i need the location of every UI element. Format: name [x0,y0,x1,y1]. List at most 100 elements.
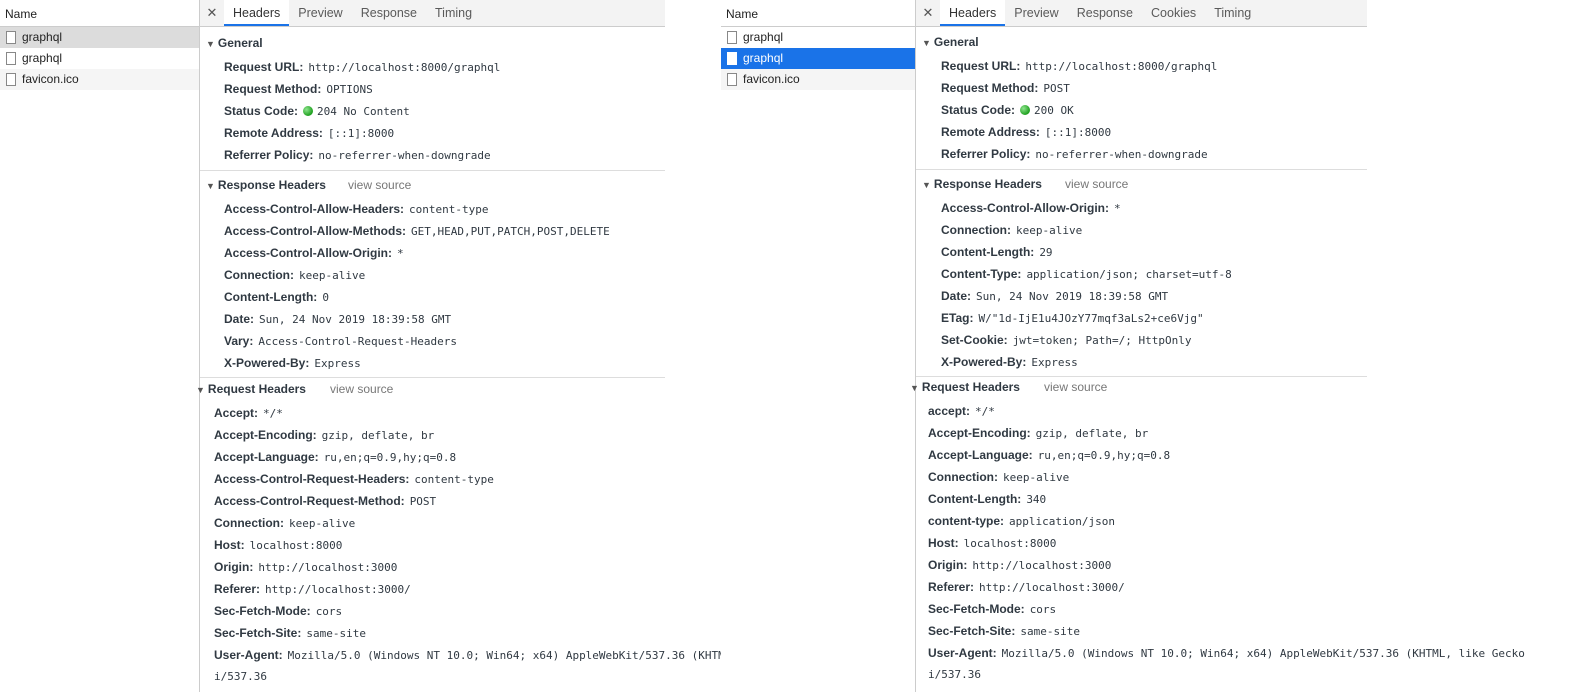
header-key: Referer: [214,582,261,596]
header-row: Accept-Encoding: gzip, deflate, br [214,428,434,442]
header-value: application/json; charset=utf-8 [1026,268,1232,281]
header-value: http://localhost:8000/graphql [308,61,501,74]
header-key: Remote Address: [224,126,323,140]
header-row: Sec-Fetch-Mode: cors [928,602,1056,616]
header-value: */* [975,405,995,418]
request-row-favicon[interactable]: favicon.ico [721,69,915,90]
general-section-toggle[interactable]: ▼ General [922,35,979,49]
triangle-down-icon: ▼ [206,39,215,49]
header-value: POST [1043,82,1070,95]
close-icon[interactable]: ✕ [200,0,224,26]
tab-headers[interactable]: Headers [940,0,1006,26]
close-icon[interactable]: ✕ [916,0,940,26]
header-row: Host: localhost:8000 [214,538,342,552]
header-value: GET,HEAD,PUT,PATCH,POST,DELETE [411,225,610,238]
header-key: Host: [214,538,245,552]
tab-response[interactable]: Response [1068,0,1142,26]
header-row: Date: Sun, 24 Nov 2019 18:39:58 GMT [224,312,451,326]
header-row: Referer: http://localhost:3000/ [928,580,1125,594]
triangle-down-icon: ▼ [206,181,215,191]
header-value: http://localhost:3000/ [979,581,1125,594]
view-source-link[interactable]: view source [330,382,393,396]
header-value: http://localhost:8000/graphql [1025,60,1218,73]
header-row: Host: localhost:8000 [928,536,1056,550]
header-value: localhost:8000 [249,539,343,552]
name-column-header[interactable]: Name [0,0,199,27]
header-key: Remote Address: [941,125,1040,139]
request-row-graphql-options[interactable]: graphql [0,27,199,48]
header-row: Vary: Access-Control-Request-Headers [224,334,457,348]
header-row: Remote Address: [::1]:8000 [224,126,394,140]
header-key: Accept: [214,406,259,420]
tab-timing[interactable]: Timing [426,0,481,26]
tab-response[interactable]: Response [352,0,426,26]
tab-preview[interactable]: Preview [1005,0,1067,26]
section-title: Request Headers [207,382,306,396]
triangle-down-icon: ▼ [196,385,205,395]
header-key: Connection: [224,268,294,282]
header-key: User-Agent: [928,646,997,660]
header-key: Content-Length: [941,245,1035,259]
header-value: no-referrer-when-downgrade [1035,148,1208,161]
tab-timing[interactable]: Timing [1205,0,1260,26]
section-title: Request Headers [921,380,1020,394]
request-list: Name graphql graphql favicon.ico [721,0,916,692]
request-row-graphql-options[interactable]: graphql [721,27,915,48]
header-key: Content-Length: [928,492,1022,506]
header-row: Request URL: http://localhost:8000/graphq… [941,59,1217,73]
header-key: X-Powered-By: [941,355,1027,369]
view-source-link[interactable]: view source [1044,380,1107,394]
header-key: Request Method: [941,81,1039,95]
header-row: Referrer Policy: no-referrer-when-downgra… [941,147,1208,161]
header-row: Referrer Policy: no-referrer-when-downgra… [224,148,491,162]
header-value: localhost:8000 [963,537,1057,550]
request-name: favicon.ico [743,72,800,86]
request-row-favicon[interactable]: favicon.ico [0,69,199,90]
document-icon [727,52,737,65]
document-icon [727,31,737,44]
header-key: Access-Control-Allow-Origin: [224,246,393,260]
header-key: Access-Control-Request-Method: [214,494,405,508]
name-column-header[interactable]: Name [721,0,915,27]
header-key: Status Code: [224,104,299,118]
document-icon [727,73,737,86]
request-row-graphql-post[interactable]: graphql [721,48,915,69]
header-row: Sec-Fetch-Site: same-site [928,624,1080,638]
header-value: 29 [1039,246,1053,259]
request-details: ✕ Headers Preview Response Cookies Timin… [916,0,1367,27]
tab-preview[interactable]: Preview [289,0,351,26]
view-source-link[interactable]: view source [348,178,411,192]
general-section-toggle[interactable]: ▼ General [206,36,263,50]
header-row: X-Powered-By: Express [224,356,361,370]
header-key: Referrer Policy: [941,147,1031,161]
response-headers-toggle[interactable]: ▼ Response Headers [206,178,326,192]
header-key: ETag: [941,311,974,325]
request-row-graphql-post[interactable]: graphql [0,48,199,69]
header-value: content-type [409,203,489,216]
triangle-down-icon: ▼ [922,38,931,48]
header-key: Referer: [928,580,975,594]
header-row: Set-Cookie: jwt=token; Path=/; HttpOnly [941,333,1192,347]
request-headers-toggle[interactable]: ▼ Request Headers [196,382,306,396]
header-key: Accept-Encoding: [214,428,317,442]
header-row: User-Agent: Mozilla/5.0 (Windows NT 10.0;… [214,648,725,662]
divider [916,376,1367,377]
section-title: General [217,36,263,50]
header-row: ETag: W/"1d-IjE1u4JOzY77mqf3aLs2+ce6Vjg" [941,311,1204,325]
tab-headers[interactable]: Headers [224,0,290,26]
section-title: General [933,35,979,49]
header-key: Accept-Language: [928,448,1033,462]
header-key: accept: [928,404,971,418]
header-key: Referrer Policy: [224,148,314,162]
header-key: Set-Cookie: [941,333,1008,347]
tab-cookies[interactable]: Cookies [1142,0,1205,26]
view-source-link[interactable]: view source [1065,177,1128,191]
request-headers-toggle[interactable]: ▼ Request Headers [910,380,1020,394]
details-tabbar: ✕ Headers Preview Response Timing [200,0,665,27]
response-headers-toggle[interactable]: ▼ Response Headers [922,177,1042,191]
header-row: Content-Length: 0 [224,290,329,304]
header-value: keep-alive [299,269,366,282]
header-value: W/"1d-IjE1u4JOzY77mqf3aLs2+ce6Vjg" [978,312,1204,325]
divider [200,377,665,378]
header-value: OPTIONS [326,83,373,96]
